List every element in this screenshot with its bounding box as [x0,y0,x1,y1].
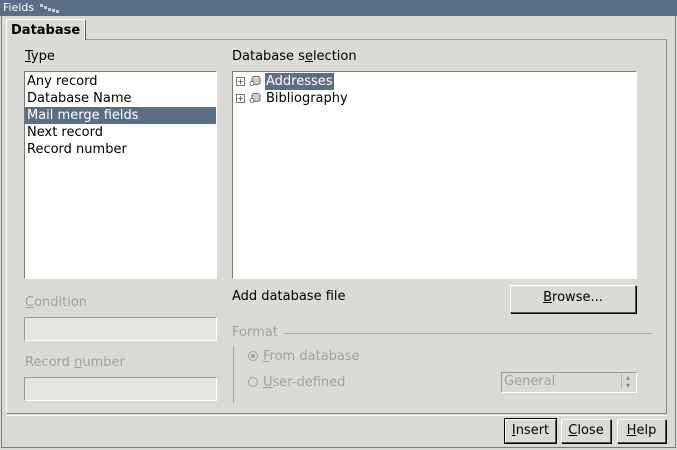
tab-shadow [85,20,86,40]
help-mnemonic: H [626,423,637,438]
from-database-radio[interactable] [248,351,258,361]
type-label-rest: ype [30,49,55,64]
condition-label: Condition [25,295,87,310]
window-title: Fields [3,1,35,14]
from-db-rest: rom database [269,349,360,364]
record-number-label-pre: Record [25,355,75,370]
condition-label-mnemonic: C [25,295,35,310]
type-item-mail-merge-fields[interactable]: Mail merge fields [25,107,216,124]
spin-arrows-icon[interactable]: ▴ ▾ [621,374,634,390]
db-sel-label-post: lection [312,49,357,64]
tree-item-bibliography[interactable]: Bibliography [265,90,349,107]
close-label-rest: lose [577,423,604,438]
close-mnemonic: C [568,423,578,438]
add-database-file-label: Add database file [232,289,346,304]
db-sel-label-pre: Database s [232,49,305,64]
tree-item-addresses[interactable]: Addresses [265,73,334,90]
user-def-mnemonic: U [263,375,273,390]
type-listbox[interactable]: Any record Database Name Mail merge fiel… [24,71,217,279]
database-icon [249,75,261,86]
titlebar-grip-icon [40,4,59,13]
help-button[interactable]: Help [617,419,666,443]
browse-mnemonic: B [543,290,553,305]
format-label: Format [232,325,278,340]
window-titlebar[interactable]: Fields [0,0,677,16]
browse-label-rest: rowse... [552,290,603,305]
browse-button[interactable]: Browse... [510,285,636,313]
tab-database-label: Database [11,23,81,38]
radio-selected-dot [251,354,255,358]
type-item-record-number[interactable]: Record number [25,141,216,158]
format-combobox[interactable]: General ▴ ▾ [501,372,637,393]
tab-database[interactable]: Database [6,19,85,40]
format-group-line [284,333,652,334]
db-sel-label-mnemonic: e [304,49,313,64]
type-label: Type [25,49,55,64]
user-defined-radio[interactable] [248,377,258,387]
condition-field[interactable] [24,317,217,341]
database-selection-label: Database selection [232,49,357,64]
close-button[interactable]: Close [561,419,611,443]
database-icon [249,92,261,103]
help-label-rest: elp [636,423,657,438]
user-def-rest: ser-defined [272,375,346,390]
expand-icon[interactable]: + [236,94,245,103]
record-number-label: Record number [25,355,125,370]
insert-button[interactable]: Insert [504,418,557,444]
user-defined-label[interactable]: User-defined [263,375,345,390]
footer-divider [6,415,667,416]
record-number-field[interactable] [24,377,217,401]
from-database-label[interactable]: From database [263,349,360,364]
format-combo-value: General [504,374,556,389]
type-item-database-name[interactable]: Database Name [25,90,216,107]
database-tree[interactable]: + Addresses + Bibliography [232,71,637,279]
insert-label-rest: nsert [515,423,550,438]
format-group-left-line [233,345,234,403]
expand-icon[interactable]: + [236,77,245,86]
record-number-label-post: umber [82,355,125,370]
type-item-next-record[interactable]: Next record [25,124,216,141]
type-item-any-record[interactable]: Any record [25,73,216,90]
condition-label-rest: ondition [34,295,88,310]
